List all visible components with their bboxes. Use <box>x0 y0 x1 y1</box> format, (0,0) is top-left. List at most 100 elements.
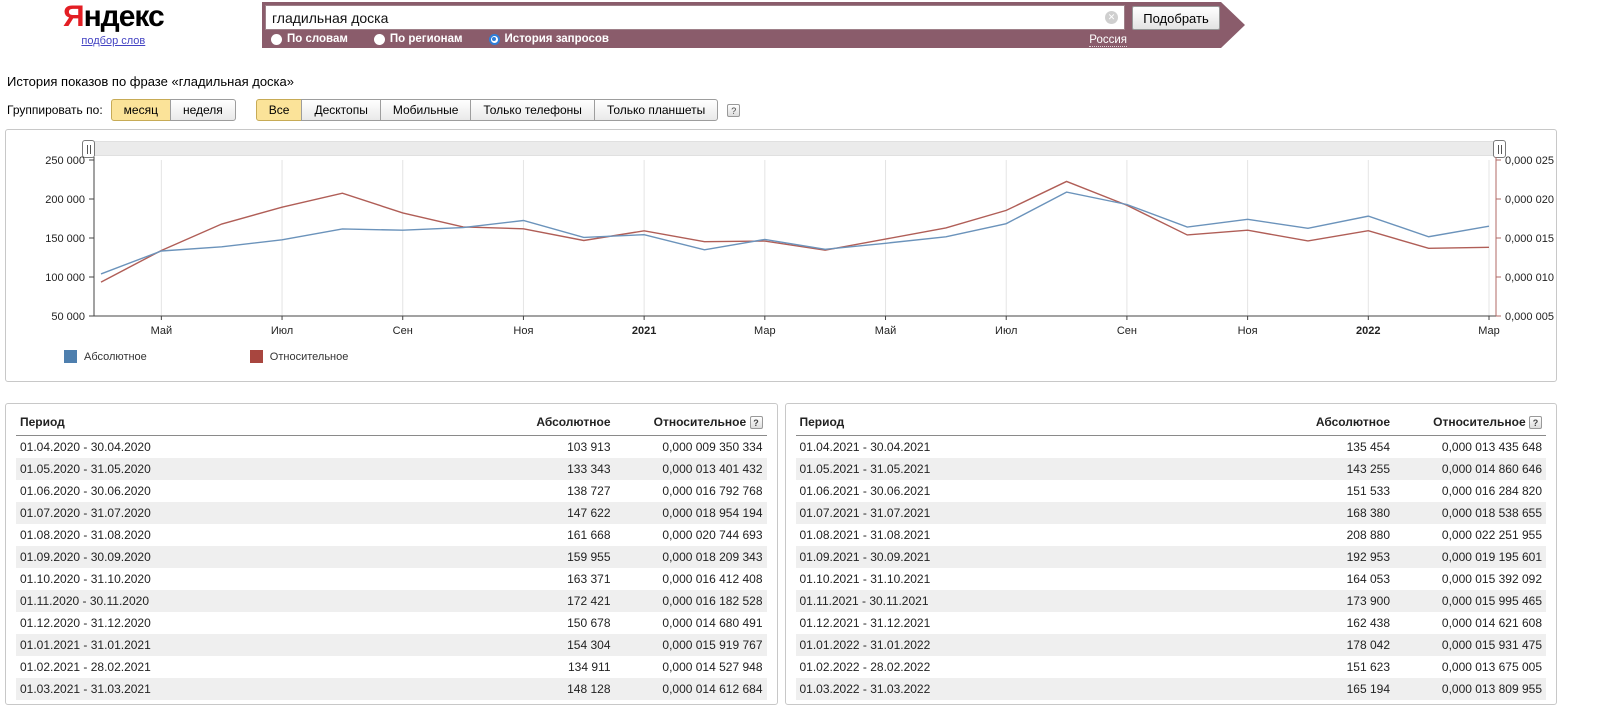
table-row: 01.10.2020 - 31.10.2020 163 371 0,000 016 … <box>16 568 767 590</box>
table-cell: 01.12.2021 - 31.12.2021 <box>799 616 931 631</box>
data-table: Период Абсолютное Относительное ? 01.04.202… <box>16 410 767 701</box>
table-cell: 01.08.2021 - 31.08.2021 <box>799 528 931 543</box>
table-row: 01.12.2021 - 31.12.2021 162 438 0,000 014 … <box>796 612 1547 634</box>
svg-text:2022: 2022 <box>1356 325 1380 337</box>
table-header-row: Период Абсолютное Относительное ? <box>795 410 1546 437</box>
table-cell: 0,000 016 792 768 <box>662 484 763 499</box>
table-cell: 0,000 016 182 528 <box>662 594 763 609</box>
table-row: 01.02.2021 - 28.02.2021 134 911 0,000 014 … <box>16 656 767 678</box>
table-cell: 01.04.2020 - 30.04.2020 <box>20 440 151 455</box>
table-cell: 192 953 <box>1346 550 1390 565</box>
legend-label-relative: Относительное <box>269 350 349 363</box>
toggle-button[interactable]: Все <box>255 99 303 121</box>
table-header-row: Период Абсолютное Относительное ? <box>16 410 767 437</box>
table-cell: 168 380 <box>1346 506 1390 521</box>
svg-text:250 000: 250 000 <box>45 156 85 167</box>
table-cell: 165 194 <box>1346 682 1390 697</box>
search-mode-option[interactable]: По словам <box>271 33 348 45</box>
toggle-button[interactable]: Только телефоны <box>470 99 595 121</box>
grip-icon <box>86 144 91 154</box>
mode-label: По словам <box>287 33 348 45</box>
help-icon[interactable]: ? <box>727 103 741 117</box>
svg-text:0,000 005: 0,000 005 <box>1505 311 1554 323</box>
svg-text:Мар: Мар <box>1478 325 1500 337</box>
table-cell: 01.07.2021 - 31.07.2021 <box>799 506 931 521</box>
search-mode-tabs: По словам По регионам История запросов <box>271 33 609 45</box>
chart-panel: Май Июл Сен Ноя 2021 Мар Май Июл Сен Ноя 2022 Мар 25… <box>5 129 1557 382</box>
table-row: 01.01.2022 - 31.01.2022 178 042 0,000 015 … <box>795 634 1546 657</box>
svg-text:2021: 2021 <box>632 325 656 337</box>
table-cell: 151 533 <box>1346 484 1390 499</box>
table-cell: 01.03.2021 - 31.03.2021 <box>20 682 151 697</box>
toggle-button[interactable]: Только планшеты <box>593 99 719 121</box>
help-icon[interactable]: ? <box>1529 416 1542 430</box>
svg-text:Июл: Июл <box>995 325 1017 337</box>
search-input[interactable] <box>265 5 1125 30</box>
table-cell: 0,000 016 412 408 <box>662 572 763 587</box>
table-cell: 0,000 019 195 601 <box>1441 550 1542 565</box>
svg-text:Мар: Мар <box>754 325 776 337</box>
table-cell: 01.11.2021 - 30.11.2021 <box>799 594 929 609</box>
svg-text:50 000: 50 000 <box>51 311 85 323</box>
search-bar: ✕ Подобрать По словам По регионам История … <box>262 2 1245 48</box>
region-link[interactable]: Россия <box>1089 34 1127 47</box>
wordstat-link[interactable]: подбор слов <box>63 35 164 47</box>
column-header: Относительное ? <box>1394 410 1546 437</box>
data-table: Период Абсолютное Относительное ? 01.04.202… <box>795 410 1547 701</box>
table-cell: 0,000 013 675 005 <box>1441 660 1542 675</box>
column-header: Период <box>795 410 1276 437</box>
radio-icon <box>489 34 500 45</box>
table-row: 01.12.2020 - 31.12.2020 150 678 0,000 014 … <box>16 612 767 634</box>
svg-text:Сен: Сен <box>393 325 413 337</box>
yandex-logo-text[interactable]: Яндекс <box>63 0 165 33</box>
legend-label-absolute: Абсолютное <box>84 350 147 363</box>
clear-input-icon[interactable]: ✕ <box>1105 11 1118 24</box>
table-cell: 103 913 <box>567 440 611 455</box>
toggle-button[interactable]: Десктопы <box>301 99 381 121</box>
svg-text:0,000 010: 0,000 010 <box>1505 272 1554 284</box>
history-chart: Май Июл Сен Ноя 2021 Мар Май Июл Сен Ноя 2022 Мар 25… <box>45 156 1554 337</box>
table-cell: 138 727 <box>567 484 611 499</box>
table-cell: 01.02.2022 - 28.02.2022 <box>799 660 931 675</box>
logo-letter-ya: Я <box>63 0 85 33</box>
table-cell: 01.06.2020 - 30.06.2020 <box>20 484 151 499</box>
toggle-button[interactable]: месяц <box>110 99 171 121</box>
yandex-logo: Яндекс подбор слов <box>63 0 165 48</box>
page-title: История показов по фразе «гладильная дос… <box>7 74 294 89</box>
header: Яндекс подбор слов ✕ Подобрать По словам… <box>5 0 1557 58</box>
toggle-button[interactable]: Мобильные <box>379 99 472 121</box>
svg-text:0,000 015: 0,000 015 <box>1505 233 1554 245</box>
page: Яндекс подбор слов ✕ Подобрать По словам… <box>5 0 1557 705</box>
table-row: 01.01.2021 - 31.01.2021 154 304 0,000 015 … <box>16 634 767 657</box>
search-mode-option[interactable]: История запросов <box>489 33 609 45</box>
table-cell: 172 421 <box>567 594 611 609</box>
search-mode-option[interactable]: По регионам <box>374 33 463 45</box>
group-by-label: Группировать по: <box>7 103 103 117</box>
table-cell: 0,000 022 251 955 <box>1441 528 1542 543</box>
submit-button[interactable]: Подобрать <box>1132 6 1220 30</box>
table-cell: 01.11.2020 - 30.11.2020 <box>20 594 149 609</box>
svg-text:Сен: Сен <box>1117 325 1137 337</box>
table-cell: 0,000 014 612 684 <box>662 682 763 697</box>
history-table-year2: Период Абсолютное Относительное ? 01.04.202… <box>784 403 1557 705</box>
table-cell: 150 678 <box>567 616 611 631</box>
radio-icon <box>374 34 385 45</box>
toggle-button[interactable]: неделя <box>169 99 236 121</box>
table-row: 01.07.2021 - 31.07.2021 168 380 0,000 018 … <box>795 502 1546 525</box>
table-cell: 148 128 <box>567 682 611 697</box>
table-cell: 01.08.2020 - 31.08.2020 <box>20 528 151 543</box>
table-cell: 01.05.2021 - 31.05.2021 <box>799 462 931 477</box>
table-cell: 0,000 014 527 948 <box>662 660 763 675</box>
table-cell: 0,000 015 392 092 <box>1441 572 1542 587</box>
history-table-year1: Период Абсолютное Относительное ? 01.04.202… <box>5 403 778 705</box>
table-cell: 134 911 <box>568 660 611 675</box>
table-row: 01.03.2022 - 31.03.2022 165 194 0,000 013 … <box>795 678 1546 701</box>
legend-swatch-relative <box>249 350 263 363</box>
help-icon[interactable]: ? <box>749 416 763 430</box>
table-cell: 0,000 018 954 194 <box>662 506 763 521</box>
grip-icon <box>1497 144 1502 154</box>
table-row: 01.10.2021 - 31.10.2021 164 053 0,000 015 … <box>796 568 1547 590</box>
search-input-wrap: ✕ <box>265 5 1125 30</box>
table-cell: 164 053 <box>1346 572 1390 587</box>
range-slider-track[interactable] <box>82 140 1506 158</box>
